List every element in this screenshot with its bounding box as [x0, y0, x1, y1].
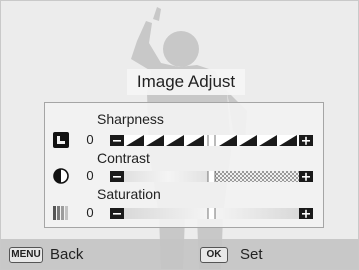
ok-key-icon[interactable]: OK: [200, 247, 228, 263]
menu-key-icon[interactable]: MENU: [9, 247, 43, 263]
saturation-slider[interactable]: [110, 208, 313, 219]
contrast-value: 0: [86, 168, 94, 183]
saturation-value: 0: [86, 205, 94, 220]
contrast-icon: [53, 168, 69, 184]
bottom-bar: MENU Back OK Set: [1, 239, 358, 269]
set-label[interactable]: Set: [240, 246, 263, 264]
sharpness-value: 0: [86, 132, 94, 147]
contrast-slider[interactable]: [110, 171, 313, 182]
sharpness-icon: [53, 132, 69, 148]
contrast-label: Contrast: [97, 150, 150, 166]
sharpness-slider[interactable]: [110, 135, 313, 146]
screen-title: Image Adjust: [127, 69, 245, 95]
camera-screen: Image Adjust Sharpness 0 Contrast 0 Satu…: [0, 0, 359, 270]
back-label[interactable]: Back: [50, 246, 83, 264]
saturation-label: Saturation: [97, 186, 161, 202]
sharpness-label: Sharpness: [97, 111, 164, 127]
saturation-icon: [53, 206, 68, 220]
